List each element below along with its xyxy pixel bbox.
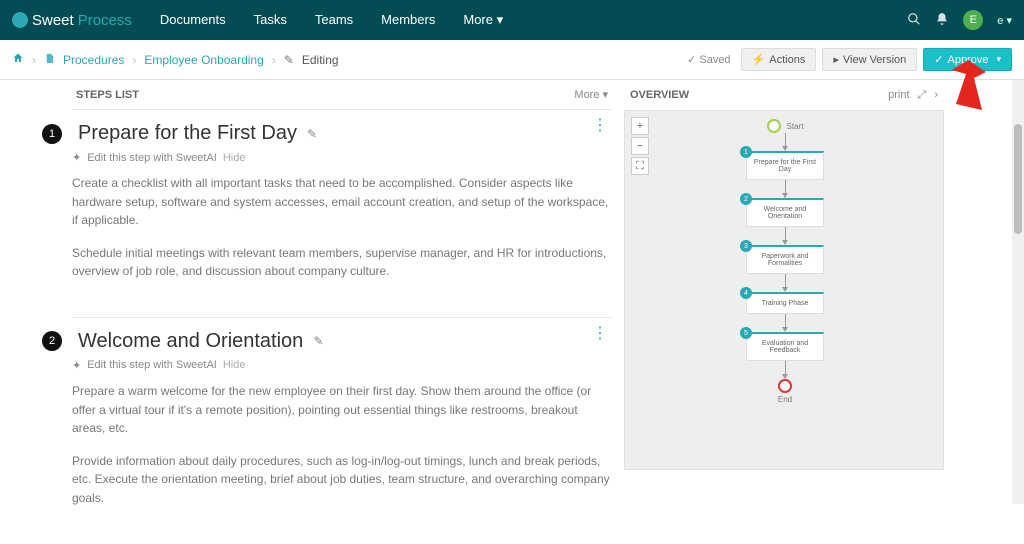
nav-members[interactable]: Members — [381, 12, 435, 28]
search-icon[interactable] — [907, 12, 921, 29]
view-version-button[interactable]: ▸View Version — [822, 48, 917, 71]
step-menu-icon[interactable]: ⋮ — [592, 332, 608, 336]
nav-more[interactable]: More ▾ — [463, 12, 503, 28]
subbar: › Procedures › Employee Onboarding › ✎ E… — [0, 40, 1024, 80]
step-paragraph: Provide information about daily procedur… — [72, 452, 612, 508]
step-number-badge: 1 — [42, 124, 62, 144]
print-link[interactable]: print — [888, 89, 909, 101]
fit-button[interactable]: ⛶ — [631, 157, 649, 175]
sparkle-icon: ✦ — [72, 359, 81, 372]
step-title[interactable]: Prepare for the First Day — [78, 122, 297, 145]
chevron-down-icon: ▾ — [996, 54, 1001, 65]
flow-end-node[interactable] — [778, 379, 792, 393]
nav-teams[interactable]: Teams — [315, 12, 353, 28]
top-navbar: SweetProcess Documents Tasks Teams Membe… — [0, 0, 1024, 40]
chevron-down-icon: ▾ — [497, 12, 504, 27]
scrollbar-thumb[interactable] — [1014, 124, 1022, 234]
flow-end-label: End — [778, 395, 792, 404]
chevron-right-icon[interactable]: › — [934, 89, 938, 101]
flowchart: Start 1 Prepare for the First Day 2 Welc… — [733, 119, 837, 404]
chevron-down-icon: ▾ — [602, 88, 608, 101]
step-item: ⋮ 1 Prepare for the First Day ✎ ✦ Edit t… — [72, 110, 612, 318]
pencil-icon: ✎ — [284, 53, 294, 67]
check-icon: ✓ — [934, 53, 943, 66]
check-icon: ✓ — [687, 53, 696, 66]
user-menu[interactable]: e ▾ — [997, 14, 1012, 27]
hide-link[interactable]: Hide — [223, 359, 246, 371]
brand[interactable]: SweetProcess — [12, 12, 132, 29]
file-icon — [44, 53, 55, 67]
bell-icon[interactable] — [935, 12, 949, 29]
flow-start-label: Start — [787, 122, 804, 131]
bolt-icon: ⚡ — [752, 53, 766, 66]
flow-node[interactable]: 2 Welcome and Orientation — [746, 198, 824, 227]
home-icon[interactable] — [12, 52, 24, 67]
brand-main: Sweet — [32, 12, 74, 29]
step-paragraph: Create a checklist with all important ta… — [72, 174, 612, 230]
crumb-separator: › — [272, 53, 276, 67]
step-paragraph: Prepare a warm welcome for the new emplo… — [72, 382, 612, 438]
expand-icon[interactable]: ⤢ — [918, 89, 927, 102]
nav-links: Documents Tasks Teams Members More ▾ — [160, 12, 503, 28]
step-body: Prepare a warm welcome for the new emplo… — [72, 382, 612, 508]
crumb-doc[interactable]: Employee Onboarding — [144, 53, 263, 67]
approve-button[interactable]: ✓Approve▾ — [923, 48, 1012, 71]
actions-button[interactable]: ⚡Actions — [741, 48, 817, 71]
chevron-down-icon: ▾ — [1006, 15, 1012, 27]
flow-node[interactable]: 1 Prepare for the First Day — [746, 151, 824, 180]
step-paragraph: Schedule initial meetings with relevant … — [72, 244, 612, 281]
step-menu-icon[interactable]: ⋮ — [592, 124, 608, 128]
flow-start-node[interactable] — [767, 119, 781, 133]
pencil-icon[interactable]: ✎ — [307, 127, 317, 141]
avatar[interactable]: E — [963, 10, 983, 30]
saved-status: ✓Saved — [687, 53, 730, 66]
flow-node[interactable]: 5 Evaluation and Feedback — [746, 332, 824, 361]
nav-tasks[interactable]: Tasks — [254, 12, 287, 28]
edit-with-ai-link[interactable]: Edit this step with SweetAI — [87, 359, 217, 371]
step-number-badge: 2 — [42, 331, 62, 351]
steps-more-menu[interactable]: More ▾ — [574, 88, 608, 101]
crumb-separator: › — [132, 53, 136, 67]
flow-node[interactable]: 3 Paperwork and Formalities — [746, 245, 824, 274]
step-item: ⋮ 2 Welcome and Orientation ✎ ✦ Edit thi… — [72, 318, 612, 544]
flowchart-canvas[interactable]: + − ⛶ Start 1 Prepare for the First Day … — [624, 110, 944, 470]
steps-list-label: STEPS LIST — [76, 89, 139, 101]
breadcrumb: › Procedures › Employee Onboarding › ✎ E… — [12, 52, 339, 67]
nav-right: E e ▾ — [907, 10, 1012, 30]
flow-node[interactable]: 4 Training Phase — [746, 292, 824, 314]
zoom-out-button[interactable]: − — [631, 137, 649, 155]
play-icon: ▸ — [833, 53, 839, 66]
brand-secondary: Process — [78, 12, 132, 29]
step-title[interactable]: Welcome and Orientation — [78, 330, 303, 353]
edit-with-ai-link[interactable]: Edit this step with SweetAI — [87, 152, 217, 164]
overview-label: OVERVIEW — [630, 89, 689, 101]
hide-link[interactable]: Hide — [223, 152, 246, 164]
sparkle-icon: ✦ — [72, 151, 81, 164]
steps-panel: STEPS LIST More ▾ ⋮ 1 Prepare for the Fi… — [72, 80, 612, 544]
crumb-separator: › — [32, 53, 36, 67]
zoom-in-button[interactable]: + — [631, 117, 649, 135]
pencil-icon[interactable]: ✎ — [313, 334, 323, 348]
crumb-procedures[interactable]: Procedures — [63, 53, 124, 67]
step-body: Create a checklist with all important ta… — [72, 174, 612, 281]
nav-documents[interactable]: Documents — [160, 12, 226, 28]
crumb-editing: Editing — [302, 53, 339, 67]
brand-icon — [12, 12, 28, 28]
overview-panel: OVERVIEW print ⤢ › + − ⛶ Start 1 — [624, 80, 944, 544]
page-scrollbar[interactable] — [1012, 80, 1024, 504]
